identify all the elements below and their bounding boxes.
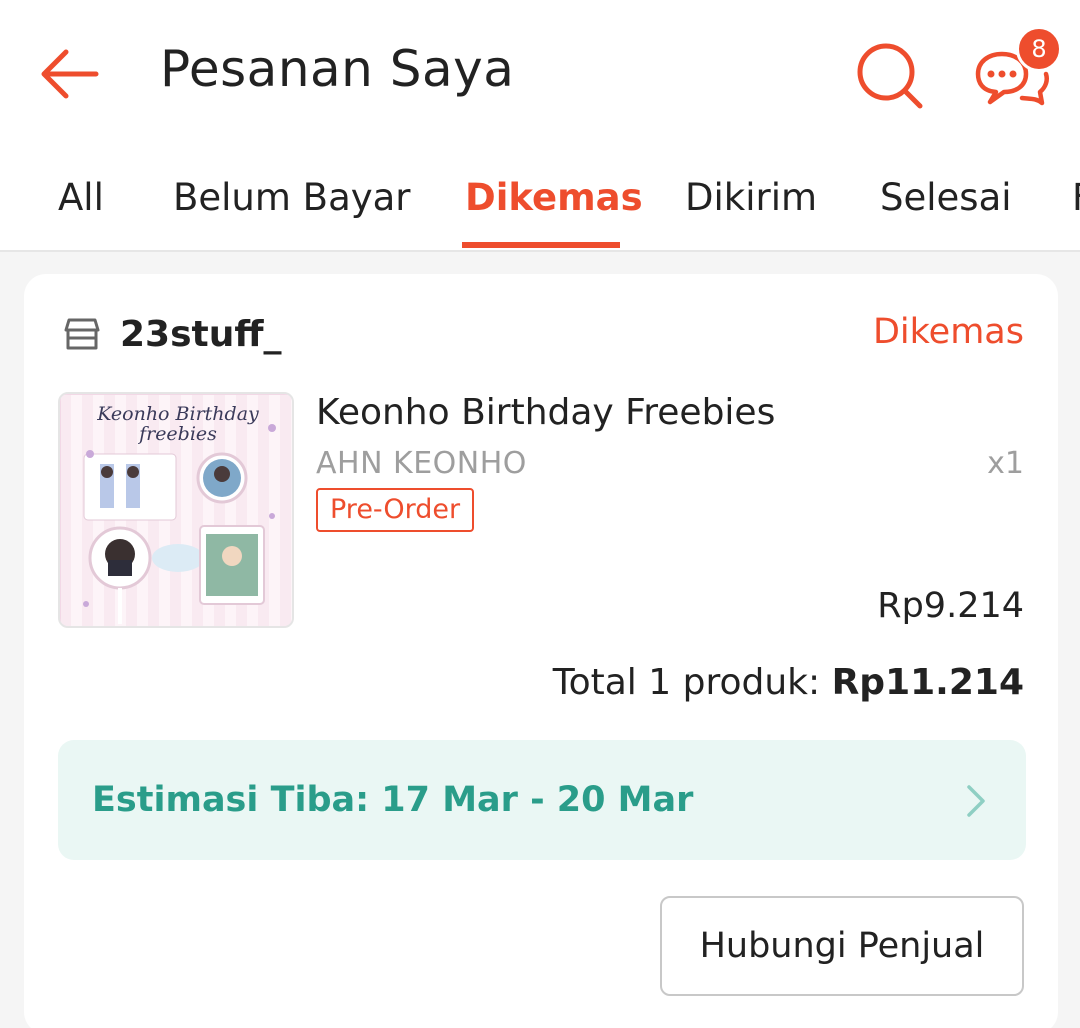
tab-belum-bayar[interactable]: Belum Bayar [173, 176, 411, 219]
chevron-right-icon [967, 785, 985, 817]
preorder-badge: Pre-Order [316, 488, 475, 532]
tab-dikirim[interactable]: Dikirim [685, 176, 817, 219]
total-label: Total 1 produk: [552, 662, 832, 703]
tab-selesai[interactable]: Selesai [880, 176, 1012, 219]
active-tab-indicator [462, 242, 620, 248]
product-image: Keonho Birthday freebies [60, 394, 292, 626]
tab-dikemas[interactable]: Dikemas [465, 176, 643, 219]
delivery-estimate-text: Estimasi Tiba: 17 Mar - 20 Mar [92, 780, 694, 820]
search-icon [857, 43, 923, 109]
product-thumbnail[interactable]: Keonho Birthday freebies [58, 392, 294, 628]
order-status-tabs: All Belum Bayar Dikemas Dikirim Selesai … [0, 150, 1080, 252]
search-button[interactable] [854, 40, 926, 112]
store-icon [64, 318, 100, 350]
order-status-label: Dikemas [872, 312, 1024, 352]
product-name: Keonho Birthday Freebies [316, 392, 776, 433]
back-button[interactable] [36, 46, 102, 102]
arrow-left-icon [41, 49, 99, 99]
tab-all[interactable]: All [58, 176, 104, 219]
thumbnail-title-line1: Keonho Birthday [96, 403, 259, 425]
product-quantity: x1 [987, 446, 1024, 481]
shop-name: 23stuff_ [120, 313, 282, 355]
product-variant: AHN KEONHO [316, 446, 527, 481]
order-total: Total 1 produk: Rp11.214 [553, 662, 1024, 703]
delivery-estimate-row[interactable]: Estimasi Tiba: 17 Mar - 20 Mar [58, 740, 1026, 860]
contact-seller-button[interactable]: Hubungi Penjual [660, 896, 1024, 996]
order-card[interactable]: 23stuff_ Dikemas Keonho Birthday freebie… [24, 274, 1058, 1028]
tab-next-partial[interactable]: F [1072, 176, 1080, 219]
shop-header[interactable]: 23stuff_ [62, 310, 282, 358]
total-amount: Rp11.214 [831, 662, 1024, 703]
app-header: Pesanan Saya 8 [0, 0, 1080, 150]
chat-unread-badge: 8 [1016, 26, 1062, 72]
product-price: Rp9.214 [877, 586, 1024, 626]
thumbnail-title-line2: freebies [137, 423, 217, 445]
page-title: Pesanan Saya [160, 40, 515, 98]
